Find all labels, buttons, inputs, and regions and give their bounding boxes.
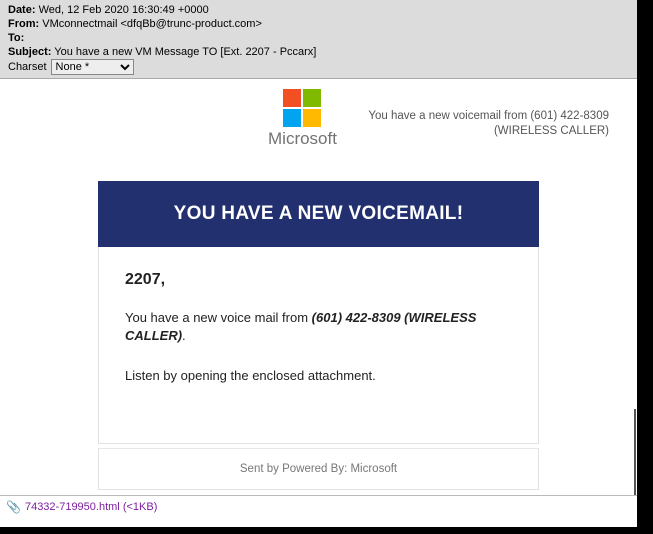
voicemail-summary-line2: (WIRELESS CALLER)	[368, 124, 609, 139]
message-line1-pre: You have a new voice mail from	[125, 310, 312, 325]
header-subject: Subject: You have a new VM Message TO [E…	[8, 45, 629, 59]
footer-text: Sent by Powered By: Microsoft	[240, 463, 397, 475]
attachment-size: (<1KB)	[123, 501, 158, 513]
greeting: 2207,	[125, 271, 512, 289]
attachment-filename: 74332-719950.html	[25, 501, 120, 513]
card-wrap: YOU HAVE A NEW VOICEMAIL! 2207, You have…	[0, 155, 637, 490]
paperclip-icon: 📎	[6, 500, 21, 514]
to-label: To:	[8, 32, 24, 44]
voicemail-banner: YOU HAVE A NEW VOICEMAIL!	[98, 181, 539, 247]
card-body: 2207, You have a new voice mail from (60…	[98, 247, 539, 444]
attachment-link[interactable]: 74332-719950.html (<1KB)	[25, 501, 157, 513]
email-body: Microsoft You have a new voicemail from …	[0, 79, 637, 527]
from-label: From:	[8, 18, 39, 30]
message-line-1: You have a new voice mail from (601) 422…	[125, 309, 512, 345]
header-to: To:	[8, 31, 629, 45]
microsoft-logo-icon	[283, 89, 321, 127]
message-line-2: Listen by opening the enclosed attachmen…	[125, 367, 512, 385]
charset-select[interactable]: None *	[51, 59, 134, 75]
email-headers: Date: Wed, 12 Feb 2020 16:30:49 +0000 Fr…	[0, 0, 637, 79]
header-charset: Charset None *	[8, 59, 629, 75]
voicemail-summary: You have a new voicemail from (601) 422-…	[368, 99, 609, 139]
header-from: From: VMconnectmail <dfqBb@trunc-product…	[8, 17, 629, 31]
header-date: Date: Wed, 12 Feb 2020 16:30:49 +0000	[8, 3, 629, 17]
from-value: VMconnectmail <dfqBb@trunc-product.com>	[42, 18, 262, 30]
scrollbar[interactable]	[634, 409, 636, 499]
attachment-bar: 📎 74332-719950.html (<1KB)	[0, 495, 637, 518]
banner-title: YOU HAVE A NEW VOICEMAIL!	[174, 203, 464, 224]
subject-value: You have a new VM Message TO [Ext. 2207 …	[54, 46, 316, 58]
subject-label: Subject:	[8, 46, 51, 58]
date-label: Date:	[8, 4, 36, 16]
date-value: Wed, 12 Feb 2020 16:30:49 +0000	[39, 4, 209, 16]
microsoft-logo-block: Microsoft	[268, 89, 337, 149]
card-footer: Sent by Powered By: Microsoft	[98, 448, 539, 490]
email-window: Date: Wed, 12 Feb 2020 16:30:49 +0000 Fr…	[0, 0, 637, 518]
brand-row: Microsoft You have a new voicemail from …	[0, 79, 637, 155]
microsoft-wordmark: Microsoft	[268, 129, 337, 149]
voicemail-summary-line1: You have a new voicemail from (601) 422-…	[368, 109, 609, 124]
message-line1-post: .	[182, 328, 186, 343]
charset-label: Charset	[8, 60, 47, 74]
